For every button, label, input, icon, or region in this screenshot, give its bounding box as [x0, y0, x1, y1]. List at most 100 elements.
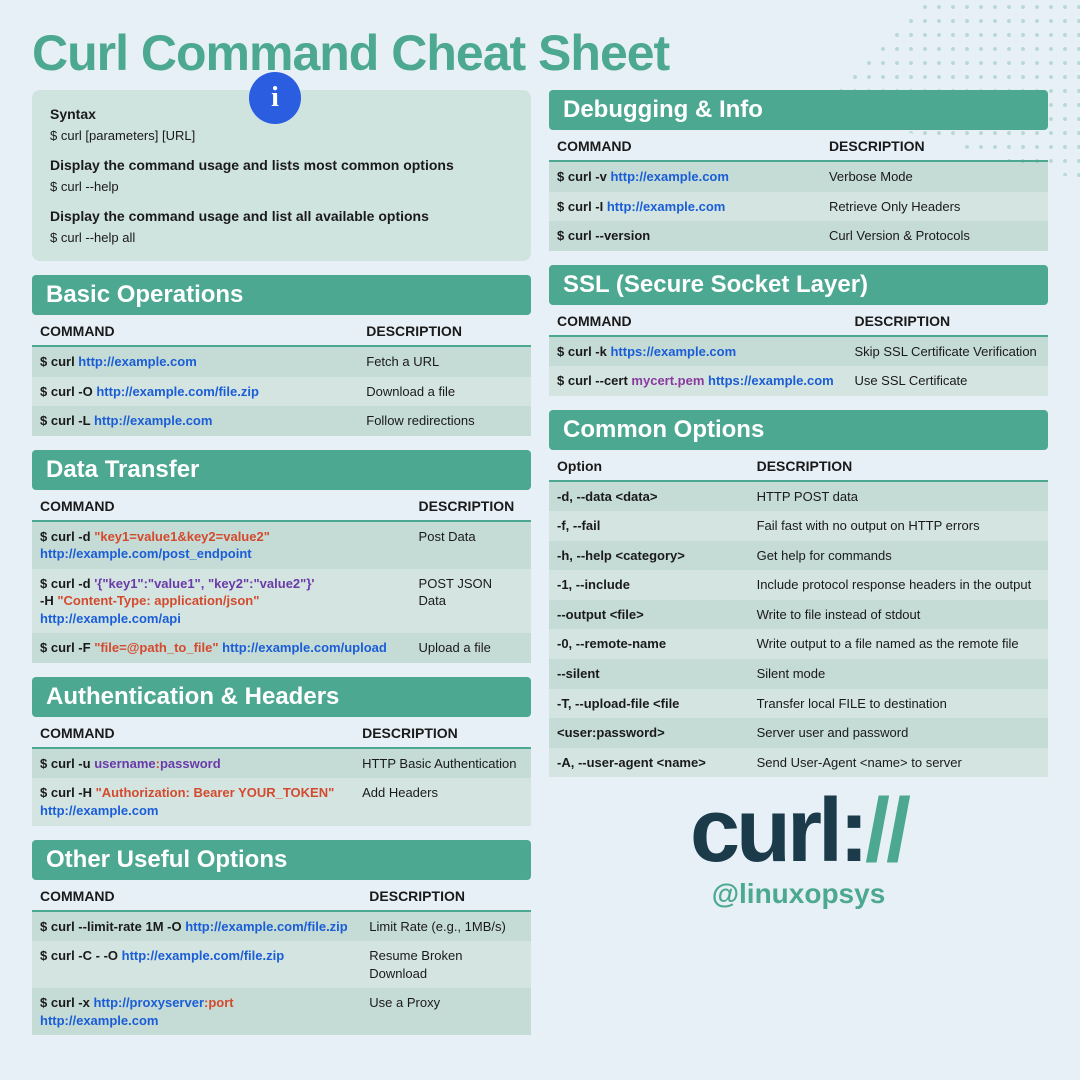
desc-text: Transfer local FILE to destination [749, 689, 1048, 719]
table-head: COMMANDDESCRIPTION [32, 719, 531, 748]
other-heading: Other Useful Options [32, 840, 531, 880]
pass-text: password [160, 756, 221, 771]
opt-text: -A, --user-agent <name> [549, 748, 749, 778]
ssl-heading: SSL (Secure Socket Layer) [549, 265, 1048, 305]
th-command: COMMAND [549, 132, 821, 161]
desc-text: Retrieve Only Headers [821, 192, 1048, 222]
json-text: '{"key1":"value1", "key2":"value2"}' [94, 576, 314, 591]
desc-text: Resume Broken Download [361, 941, 531, 988]
url-text: http://example.com/api [40, 611, 181, 626]
cmd-text: $ curl -x [40, 995, 93, 1010]
logo-slash: // [865, 781, 907, 881]
table-row: -h, --help <category>Get help for comman… [549, 541, 1048, 571]
table-row: --output <file>Write to file instead of … [549, 600, 1048, 630]
table-row: $ curl -F "file=@path_to_file" http://ex… [32, 633, 531, 663]
opt-text: --silent [549, 659, 749, 689]
table-head: COMMANDDESCRIPTION [32, 317, 531, 346]
url-text: http://example.com [78, 354, 196, 369]
syntax-box: i Syntax $ curl [parameters] [URL] Displ… [32, 90, 531, 261]
opt-text: -h, --help <category> [549, 541, 749, 571]
url-text: http://example.com [94, 413, 212, 428]
header-text: "Content-Type: application/json" [57, 593, 259, 608]
url-text: http://example.com [40, 1013, 158, 1028]
desc-text: Use a Proxy [361, 988, 531, 1035]
opt-text: -T, --upload-file <file [549, 689, 749, 719]
cmd-text: $ curl -O [40, 384, 96, 399]
data-section: Data Transfer COMMANDDESCRIPTION $ curl … [32, 450, 531, 663]
cmd-text: $ curl --cert [557, 373, 631, 388]
desc-text: Limit Rate (e.g., 1MB/s) [361, 911, 531, 942]
cert-text: mycert.pem [631, 373, 708, 388]
ssl-table: COMMANDDESCRIPTION $ curl -k https://exa… [549, 307, 1048, 396]
desc-text: HTTP Basic Authentication [354, 748, 531, 779]
url-text: http://example.com/file.zip [122, 948, 285, 963]
left-column: i Syntax $ curl [parameters] [URL] Displ… [32, 90, 531, 1049]
desc-text: Curl Version & Protocols [821, 221, 1048, 251]
auth-table: COMMANDDESCRIPTION $ curl -u username:pa… [32, 719, 531, 826]
desc-text: Send User-Agent <name> to server [749, 748, 1048, 778]
url-text: http://example.com/upload [222, 640, 387, 655]
desc-text: Add Headers [354, 778, 531, 825]
table-row: $ curl -k https://example.comSkip SSL Ce… [549, 336, 1048, 367]
syntax-help1-code: $ curl --help [50, 179, 513, 194]
logo-text: curl:// [549, 791, 1048, 872]
url-text: http://proxyserver [93, 995, 204, 1010]
cmd-text: $ curl -H [40, 785, 96, 800]
url-text: https://example.com [708, 373, 834, 388]
desc-text: Upload a file [411, 633, 531, 663]
desc-text: Write to file instead of stdout [749, 600, 1048, 630]
desc-text: Write output to a file named as the remo… [749, 629, 1048, 659]
desc-text: Get help for commands [749, 541, 1048, 571]
cmd-text: $ curl -u [40, 756, 94, 771]
syntax-help2-label: Display the command usage and list all a… [50, 208, 513, 224]
attribution: @linuxopsys [549, 878, 1048, 910]
th-desc: DESCRIPTION [354, 719, 531, 748]
table-head: COMMANDDESCRIPTION [32, 882, 531, 911]
desc-text: Skip SSL Certificate Verification [846, 336, 1048, 367]
th-desc: DESCRIPTION [749, 452, 1048, 481]
basic-table: COMMANDDESCRIPTION $ curl http://example… [32, 317, 531, 436]
flag-text: -H [40, 593, 57, 608]
other-section: Other Useful Options COMMANDDESCRIPTION … [32, 840, 531, 1036]
desc-text: HTTP POST data [749, 481, 1048, 512]
table-row: $ curl -u username:passwordHTTP Basic Au… [32, 748, 531, 779]
th-desc: DESCRIPTION [411, 492, 531, 521]
th-command: COMMAND [549, 307, 846, 336]
table-row: $ curl --limit-rate 1M -O http://example… [32, 911, 531, 942]
desc-text: Download a file [358, 377, 531, 407]
opt-text: --output <file> [549, 600, 749, 630]
opt-text: -d, --data <data> [549, 481, 749, 512]
th-command: COMMAND [32, 317, 358, 346]
table-row: $ curl -d "key1=value1&key2=value2"http:… [32, 521, 531, 569]
desc-text: Use SSL Certificate [846, 366, 1048, 396]
cmd-text: $ curl -C - -O [40, 948, 122, 963]
url-text: https://example.com [610, 344, 736, 359]
basic-section: Basic Operations COMMANDDESCRIPTION $ cu… [32, 275, 531, 436]
syntax-help1-label: Display the command usage and lists most… [50, 157, 513, 173]
cmd-text: $ curl --version [557, 228, 650, 243]
ssl-section: SSL (Secure Socket Layer) COMMANDDESCRIP… [549, 265, 1048, 396]
desc-text: Post Data [411, 521, 531, 569]
other-table: COMMANDDESCRIPTION $ curl --limit-rate 1… [32, 882, 531, 1036]
th-desc: DESCRIPTION [846, 307, 1048, 336]
table-head: OptionDESCRIPTION [549, 452, 1048, 481]
table-row: -f, --failFail fast with no output on HT… [549, 511, 1048, 541]
table-row: $ curl -H "Authorization: Bearer YOUR_TO… [32, 778, 531, 825]
table-row: -A, --user-agent <name>Send User-Agent <… [549, 748, 1048, 778]
url-text: http://example.com [610, 169, 728, 184]
cmd-text: $ curl -d [40, 529, 94, 544]
cmd-text: $ curl -d [40, 576, 94, 591]
table-row: $ curl -C - -O http://example.com/file.z… [32, 941, 531, 988]
table-head: COMMANDDESCRIPTION [549, 307, 1048, 336]
table-head: COMMANDDESCRIPTION [32, 492, 531, 521]
table-row: $ curl -d '{"key1":"value1", "key2":"val… [32, 569, 531, 634]
desc-text: Include protocol response headers in the… [749, 570, 1048, 600]
desc-text: Fetch a URL [358, 346, 531, 377]
table-row: -d, --data <data>HTTP POST data [549, 481, 1048, 512]
table-row: $ curl -x http://proxyserver:port http:/… [32, 988, 531, 1035]
desc-text: POST JSON Data [411, 569, 531, 634]
table-row: --silentSilent mode [549, 659, 1048, 689]
auth-section: Authentication & Headers COMMANDDESCRIPT… [32, 677, 531, 826]
table-row: $ curl -L http://example.comFollow redir… [32, 406, 531, 436]
url-text: http://example.com/post_endpoint [40, 546, 252, 561]
